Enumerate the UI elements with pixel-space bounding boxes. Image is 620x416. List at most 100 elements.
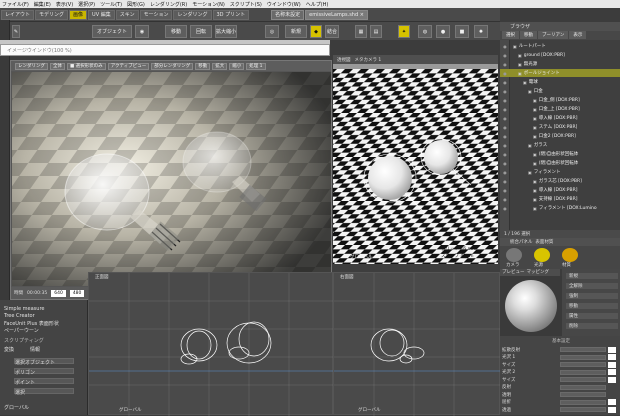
- tree-row[interactable]: ● ▣ 口金_側 [DOX:PBR]: [500, 96, 620, 104]
- light-icon[interactable]: ✹: [474, 25, 488, 38]
- tree-row[interactable]: ● ▣ 導入線 [DOX:PBR]: [500, 114, 620, 122]
- eye-icon[interactable]: ●: [500, 188, 510, 193]
- prop-slider[interactable]: [560, 407, 606, 412]
- menu-item[interactable]: ツール(T): [100, 1, 122, 8]
- rotate-button[interactable]: 回転: [190, 25, 212, 38]
- tree-row[interactable]: ● ▣ (閉)自由形状回転体: [500, 150, 620, 158]
- color-swatch[interactable]: [608, 354, 616, 360]
- prop-slider[interactable]: [560, 392, 606, 397]
- eye-icon[interactable]: ●: [500, 44, 510, 49]
- render-tool-button[interactable]: 全体: [50, 62, 65, 70]
- union-button[interactable]: 結合: [325, 25, 339, 38]
- tree-row[interactable]: ● ▣ フィラメント [DOX:Lumino: [500, 204, 620, 212]
- menu-item[interactable]: レンダリング(R): [150, 1, 187, 8]
- tree-row[interactable]: ● ▣ ルートパート: [500, 42, 620, 50]
- tree-row[interactable]: ● ▣ ボールジョイント: [500, 69, 620, 77]
- eye-icon[interactable]: ●: [500, 71, 510, 76]
- material-prop-button[interactable]: 属性: [566, 313, 618, 319]
- menu-item[interactable]: ヘルプ(H): [306, 1, 329, 8]
- eye-icon[interactable]: ●: [500, 89, 510, 94]
- tree-row[interactable]: ● ▣ ガラス: [500, 141, 620, 149]
- tree-row[interactable]: ● ▣ 導入線 [DOX:PBR]: [500, 186, 620, 194]
- prop-slider[interactable]: [560, 399, 606, 405]
- grid-icon[interactable]: ▦: [355, 25, 367, 38]
- menu-item[interactable]: ファイル(F): [2, 1, 29, 8]
- eye-icon[interactable]: ●: [500, 170, 510, 175]
- browser-tab[interactable]: 選択: [502, 31, 519, 39]
- script-item-simple-measure[interactable]: Simple measure: [4, 306, 44, 312]
- eye-icon[interactable]: ●: [500, 62, 510, 67]
- main-tab[interactable]: レイアウト: [1, 9, 35, 20]
- main-tab[interactable]: モデリング: [35, 9, 69, 20]
- material-prop-button[interactable]: 全解除: [566, 283, 618, 289]
- render-tool-button[interactable]: 処理 1: [246, 62, 266, 70]
- union-icon[interactable]: ◆: [310, 25, 322, 38]
- basic-prop-row[interactable]: サイズ: [502, 361, 620, 368]
- eye-icon[interactable]: ●: [500, 197, 510, 202]
- tree-row[interactable]: ● ▣ 口金2 [DOX:PBR]: [500, 132, 620, 140]
- script-item-paper[interactable]: ペーパーウーン: [4, 327, 39, 334]
- tree-row[interactable]: ● ▣ 口金_上 [DOX:PBR]: [500, 105, 620, 113]
- tool-pen-icon[interactable]: ✎: [12, 25, 20, 38]
- basic-prop-row[interactable]: 透明: [502, 391, 620, 398]
- color-swatch[interactable]: [608, 369, 616, 375]
- cube-icon[interactable]: ■: [455, 25, 469, 38]
- prop-slider[interactable]: [560, 354, 606, 360]
- tree-row[interactable]: ● ▣ (閉)自由形状回転体: [500, 159, 620, 167]
- tree-row[interactable]: ● ▣ ground [DOX:PBR]: [500, 51, 620, 59]
- basic-prop-row[interactable]: 光沢 2: [502, 369, 620, 376]
- eye-icon[interactable]: ●: [500, 53, 510, 58]
- tree-row[interactable]: ● ▣ フィラメント: [500, 168, 620, 176]
- height-field[interactable]: 480: [69, 289, 85, 297]
- document-tab[interactable]: 名称未設定: [271, 9, 305, 20]
- color-swatch[interactable]: [608, 346, 616, 353]
- tree-row[interactable]: ● ▣ ガラス芯 [DOX:PBR]: [500, 177, 620, 185]
- prop-slider[interactable]: [560, 362, 606, 367]
- tab-preview[interactable]: プレビュー: [502, 269, 525, 276]
- list-item[interactable]: 選択: [14, 388, 74, 396]
- script-item-faceunit[interactable]: FaceUnit Plus 表面形状: [4, 320, 59, 327]
- prop-slider[interactable]: [560, 377, 606, 382]
- perspective-view[interactable]: [333, 55, 498, 265]
- eye-icon[interactable]: ●: [500, 161, 510, 166]
- basic-prop-row[interactable]: 反射: [502, 384, 620, 391]
- attribute-icon-2[interactable]: [562, 248, 578, 262]
- eye-icon[interactable]: ●: [500, 107, 510, 112]
- basic-prop-row[interactable]: 拡散反射: [502, 346, 620, 353]
- move-button[interactable]: 移動: [165, 25, 187, 38]
- menu-item[interactable]: 選択(P): [78, 1, 95, 8]
- menu-item[interactable]: モーション(N): [192, 1, 225, 8]
- eye-icon[interactable]: ●: [500, 80, 510, 85]
- scale-button[interactable]: 拡大縮小: [215, 25, 237, 38]
- material-prop-button[interactable]: 移動: [566, 303, 618, 309]
- color-swatch[interactable]: [608, 376, 616, 383]
- align-icon[interactable]: ▤: [370, 25, 382, 38]
- list-item[interactable]: 選択オブジェクト: [14, 358, 74, 366]
- main-tab[interactable]: UV 編集: [88, 9, 115, 20]
- camera-icon[interactable]: ◉: [135, 25, 149, 38]
- prop-slider[interactable]: [560, 384, 606, 390]
- eye-icon[interactable]: ●: [500, 134, 510, 139]
- browser-tab[interactable]: 移動: [520, 31, 537, 39]
- document-tab[interactable]: emissiveLamps.shd ×: [305, 9, 368, 20]
- basic-prop-row[interactable]: サイズ: [502, 376, 620, 383]
- menu-item[interactable]: 表示(V): [56, 1, 73, 8]
- tab-transform[interactable]: 変換: [4, 346, 14, 353]
- object-button[interactable]: オブジェクト: [92, 25, 132, 38]
- material-prop-button[interactable]: 新規: [566, 273, 618, 279]
- attribute-icon-1[interactable]: [534, 248, 550, 262]
- browser-tab[interactable]: ブーリアン: [538, 31, 569, 39]
- color-swatch[interactable]: [608, 406, 616, 413]
- camera-select[interactable]: メタカメラ 1: [355, 57, 382, 63]
- main-tab[interactable]: 画像: [69, 9, 88, 20]
- menu-item[interactable]: 図形(G): [127, 1, 145, 8]
- color-swatch[interactable]: [608, 361, 616, 368]
- sphere-icon[interactable]: ●: [436, 25, 450, 38]
- material-prop-button[interactable]: 削除: [566, 323, 618, 329]
- main-tab[interactable]: レンダリング: [173, 9, 212, 20]
- tree-row[interactable]: ● ▣ 口金: [500, 87, 620, 95]
- color-swatch[interactable]: [608, 399, 616, 405]
- width-field[interactable]: 640: [51, 289, 66, 297]
- eye-icon[interactable]: ●: [500, 98, 510, 103]
- globe-icon[interactable]: ◍: [418, 25, 432, 38]
